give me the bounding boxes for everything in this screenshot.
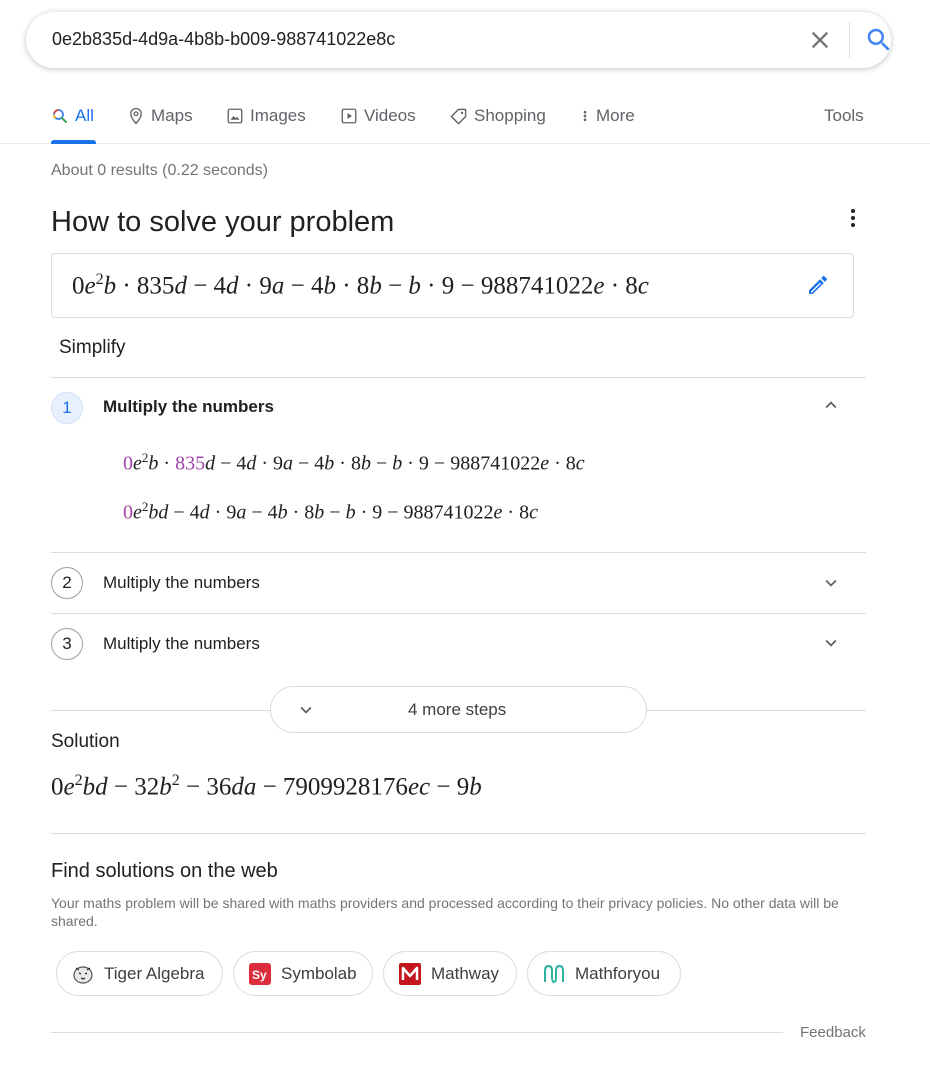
provider-tiger-algebra[interactable]: Tiger Algebra xyxy=(56,951,223,996)
tab-label: Maps xyxy=(151,106,193,125)
search-bar: 0e2b835d-4d9a-4b8b-b009-988741022e8c xyxy=(26,12,891,68)
more-steps-label: 4 more steps xyxy=(408,700,507,719)
tab-more[interactable]: More xyxy=(578,106,635,144)
tab-maps[interactable]: Maps xyxy=(127,106,193,144)
problem-input-box[interactable]: 0e2b · 835d − 4d · 9a − 4b · 8b − b · 9 … xyxy=(51,253,854,318)
divider xyxy=(51,833,866,834)
svg-text:Sy: Sy xyxy=(252,968,267,982)
step-1-line-1: 0e2b · 835d − 4d · 9a − 4b · 8b − b · 9 … xyxy=(123,450,585,475)
divider xyxy=(51,613,866,614)
tab-shopping[interactable]: Shopping xyxy=(449,106,546,144)
provider-name: Symbolab xyxy=(281,963,357,983)
problem-expression: 0e2b · 835d − 4d · 9a − 4b · 8b − b · 9 … xyxy=(72,271,649,300)
web-solutions-title: Find solutions on the web xyxy=(51,860,278,882)
step-number-1: 1 xyxy=(51,392,83,424)
edit-icon[interactable] xyxy=(806,273,830,297)
step-1-line-2: 0e2bd − 4d · 9a − 4b · 8b − b · 9 − 9887… xyxy=(123,499,538,524)
chevron-down-icon[interactable] xyxy=(820,572,842,594)
result-stats: About 0 results (0.22 seconds) xyxy=(51,162,269,179)
image-icon xyxy=(227,108,243,124)
divider xyxy=(51,377,866,378)
divider xyxy=(646,710,866,711)
search-icon xyxy=(53,109,67,123)
chevron-down-icon[interactable] xyxy=(820,632,842,654)
solution-label: Solution xyxy=(51,731,120,752)
step-number-3: 3 xyxy=(51,628,83,660)
chevron-down-icon xyxy=(300,706,312,714)
provider-symbolab[interactable]: Sy Symbolab xyxy=(233,951,373,996)
active-tab-indicator xyxy=(51,140,96,144)
provider-name: Mathforyou xyxy=(575,963,661,983)
more-steps-button[interactable]: 4 more steps xyxy=(270,686,647,733)
tag-icon xyxy=(450,108,467,125)
close-icon[interactable] xyxy=(806,26,834,54)
video-icon xyxy=(341,108,357,124)
step-title-1[interactable]: Multiply the numbers xyxy=(103,397,274,417)
map-pin-icon xyxy=(130,107,142,125)
privacy-note: Your maths problem will be shared with m… xyxy=(51,895,839,929)
tab-label: Shopping xyxy=(474,106,546,125)
provider-mathway[interactable]: Mathway xyxy=(383,951,517,996)
search-icon[interactable] xyxy=(864,25,894,55)
tiger-algebra-logo xyxy=(71,962,95,986)
divider xyxy=(51,1032,783,1033)
provider-name: Mathway xyxy=(431,963,500,983)
search-tabs: All Maps Images Videos Shopping More Too… xyxy=(0,100,930,144)
solver-title: How to solve your problem xyxy=(51,206,395,238)
tab-images[interactable]: Images xyxy=(226,106,306,144)
symbolab-logo: Sy xyxy=(248,962,272,986)
tab-label: All xyxy=(75,106,94,125)
chevron-up-icon[interactable] xyxy=(820,394,842,416)
tab-label: Videos xyxy=(364,106,416,125)
mathway-logo xyxy=(398,962,422,986)
provider-mathforyou[interactable]: Mathforyou xyxy=(527,951,681,996)
step-number-2: 2 xyxy=(51,567,83,599)
provider-name: Tiger Algebra xyxy=(104,963,205,983)
solution-expression: 0e2bd − 32b2 − 36da − 7909928176ec − 9b xyxy=(51,772,482,801)
step-title-3[interactable]: Multiply the numbers xyxy=(103,634,260,654)
solve-mode: Simplify xyxy=(59,337,126,358)
search-divider xyxy=(849,22,850,58)
search-input[interactable]: 0e2b835d-4d9a-4b8b-b009-988741022e8c xyxy=(52,29,395,50)
more-options-icon[interactable] xyxy=(843,207,863,229)
more-vert-icon xyxy=(583,110,587,122)
tab-videos[interactable]: Videos xyxy=(340,106,416,144)
divider xyxy=(51,710,271,711)
tab-label: More xyxy=(596,106,635,125)
divider xyxy=(51,552,866,553)
tab-all[interactable]: All xyxy=(51,106,94,144)
mathforyou-logo xyxy=(542,962,566,986)
step-title-2[interactable]: Multiply the numbers xyxy=(103,573,260,593)
feedback-link[interactable]: Feedback xyxy=(800,1024,866,1041)
tools-button[interactable]: Tools xyxy=(824,106,864,126)
tab-label: Images xyxy=(250,106,306,125)
